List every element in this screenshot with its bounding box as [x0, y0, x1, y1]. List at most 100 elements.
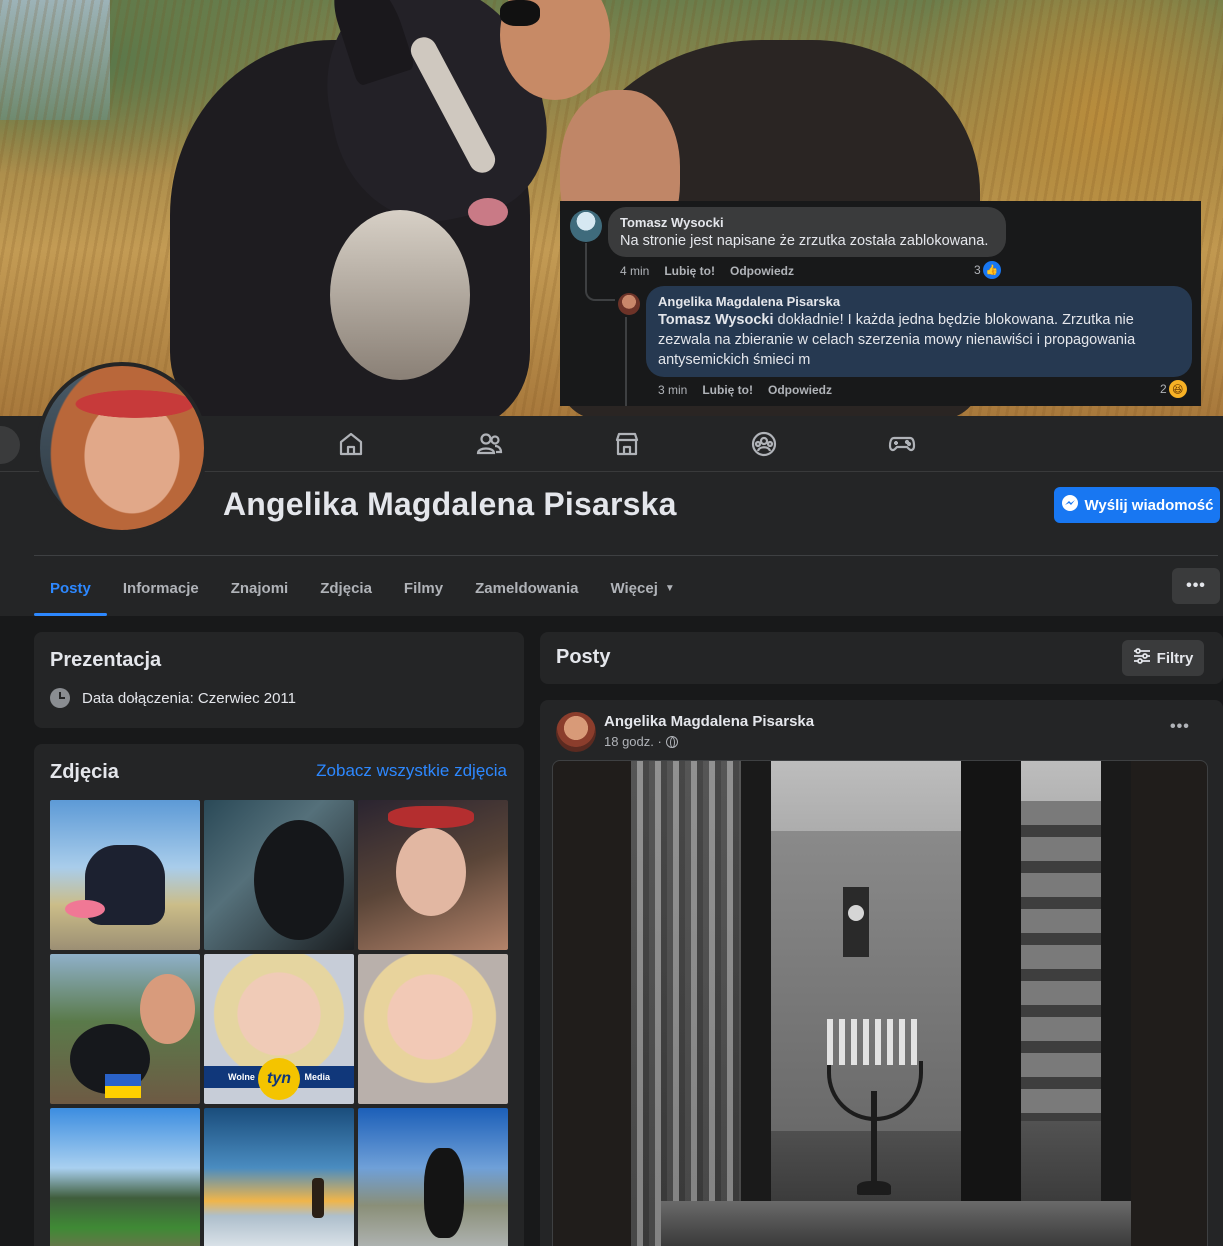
- marketplace-icon[interactable]: [613, 430, 641, 458]
- window-sill: [661, 1201, 1131, 1246]
- search-circle-button[interactable]: [0, 426, 20, 464]
- reply-link[interactable]: Odpowiedz: [730, 264, 794, 278]
- see-all-photos-link[interactable]: Zobacz wszystkie zdjęcia: [316, 761, 507, 781]
- cover-dog-tongue: [468, 198, 508, 226]
- comment-thread: Tomasz Wysocki Na stronie jest napisane …: [560, 201, 1201, 406]
- tab-posts[interactable]: Posty: [34, 560, 107, 616]
- tab-more[interactable]: Więcej ▼: [594, 560, 690, 616]
- tyn-logo: tyn: [258, 1058, 300, 1100]
- reaction-count: 2: [1160, 382, 1167, 396]
- post-card: Angelika Magdalena Pisarska 18 godz. · •…: [540, 700, 1223, 1246]
- tab-photos[interactable]: Zdjęcia: [304, 560, 388, 616]
- post-photo: [631, 761, 1131, 1246]
- comment-time[interactable]: 4 min: [620, 264, 649, 278]
- post-image[interactable]: [552, 760, 1208, 1246]
- send-message-button[interactable]: Wyślij wiadomość: [1054, 487, 1220, 523]
- posts-header: Posty Filtry: [540, 632, 1223, 684]
- commenter-avatar[interactable]: [618, 293, 640, 315]
- clock-icon: [50, 688, 70, 708]
- friends-icon[interactable]: [475, 430, 503, 458]
- cover-dog-chest: [330, 210, 470, 380]
- comment-actions: 3 min Lubię to! Odpowiedz: [658, 383, 832, 397]
- post-time[interactable]: 18 godz. ·: [604, 734, 662, 749]
- filter-icon: [1133, 648, 1151, 668]
- photo-grid: Wolne Media tyn: [50, 800, 508, 1246]
- joined-text: Data dołączenia: Czerwiec 2011: [82, 689, 297, 707]
- intro-card: Prezentacja Data dołączenia: Czerwiec 20…: [34, 632, 524, 728]
- reply-link[interactable]: Odpowiedz: [768, 383, 832, 397]
- messenger-icon: [1061, 494, 1079, 516]
- photos-card: Zdjęcia Zobacz wszystkie zdjęcia Wolne M…: [34, 744, 524, 1246]
- thread-connector: [585, 243, 615, 301]
- like-link[interactable]: Lubię to!: [664, 264, 715, 278]
- candle: [887, 1019, 893, 1065]
- post-meta: 18 godz. ·: [604, 734, 678, 749]
- profile-tabs: Posty Informacje Znajomi Zdjęcia Filmy Z…: [34, 560, 691, 616]
- post-more-button[interactable]: •••: [1170, 718, 1190, 736]
- filters-label: Filtry: [1156, 649, 1194, 667]
- photo-thumbnail[interactable]: [358, 800, 508, 950]
- photo-thumbnail[interactable]: [358, 954, 508, 1104]
- comment-bubble: Tomasz Wysocki Na stronie jest napisane …: [608, 207, 1006, 257]
- window-frame: [961, 761, 1021, 1246]
- comment-actions: 4 min Lubię to! Odpowiedz: [620, 264, 794, 278]
- comment-author[interactable]: Tomasz Wysocki: [620, 214, 994, 231]
- photo-thumbnail[interactable]: Wolne Media tyn: [204, 954, 354, 1104]
- candle: [839, 1019, 845, 1065]
- like-icon: 👍: [982, 261, 1001, 279]
- photo-thumbnail[interactable]: [204, 1108, 354, 1246]
- window-frame: [741, 761, 771, 1246]
- home-icon[interactable]: [337, 430, 365, 458]
- groups-icon[interactable]: [750, 430, 778, 458]
- tab-friends[interactable]: Znajomi: [215, 560, 305, 616]
- photo-building: [1021, 801, 1101, 1121]
- candle: [851, 1019, 857, 1065]
- haha-icon: 😆: [1168, 380, 1187, 398]
- candle: [911, 1019, 917, 1065]
- thread-connector: [625, 317, 627, 406]
- tab-videos[interactable]: Filmy: [388, 560, 459, 616]
- globe-icon: [665, 735, 678, 748]
- photo-thumbnail[interactable]: [204, 800, 354, 950]
- like-link[interactable]: Lubię to!: [702, 383, 753, 397]
- comment-author[interactable]: Angelika Magdalena Pisarska: [658, 293, 1180, 310]
- photo-flag: [843, 887, 869, 957]
- badge-right-text: Media: [304, 1072, 330, 1082]
- reaction-summary[interactable]: 3 👍: [974, 261, 1001, 279]
- gaming-icon[interactable]: [888, 430, 916, 458]
- candle: [863, 1019, 869, 1065]
- tab-more-label: Więcej: [610, 579, 658, 597]
- comment-mention[interactable]: Tomasz Wysocki: [658, 312, 774, 328]
- window-frame: [1101, 761, 1131, 1246]
- divider: [34, 555, 1218, 556]
- photos-title: Zdjęcia: [50, 761, 119, 783]
- send-message-label: Wyślij wiadomość: [1084, 496, 1214, 514]
- badge-left-text: Wolne: [228, 1072, 255, 1082]
- photo-thumbnail[interactable]: [50, 954, 200, 1104]
- photo-thumbnail[interactable]: [50, 1108, 200, 1246]
- filters-button[interactable]: Filtry: [1122, 640, 1204, 676]
- tab-about[interactable]: Informacje: [107, 560, 215, 616]
- tab-checkins[interactable]: Zameldowania: [459, 560, 594, 616]
- comment-text: Na stronie jest napisane że zrzutka zost…: [620, 233, 989, 249]
- photo-curtain: [631, 761, 741, 1246]
- photo-thumbnail[interactable]: [358, 1108, 508, 1246]
- post-author-avatar[interactable]: [556, 712, 596, 752]
- menorah-base: [857, 1181, 891, 1195]
- comment-time[interactable]: 3 min: [658, 383, 687, 397]
- comment-bubble: Angelika Magdalena Pisarska Tomasz Wysoc…: [646, 286, 1192, 377]
- profile-more-button[interactable]: •••: [1172, 568, 1220, 604]
- posts-title: Posty: [556, 646, 611, 668]
- profile-name: Angelika Magdalena Pisarska: [223, 486, 677, 522]
- commenter-avatar[interactable]: [570, 210, 602, 242]
- photo-thumbnail[interactable]: [50, 800, 200, 950]
- intro-title: Prezentacja: [50, 649, 162, 671]
- profile-avatar[interactable]: [36, 362, 208, 534]
- post-author[interactable]: Angelika Magdalena Pisarska: [604, 713, 814, 730]
- reaction-summary[interactable]: 2 😆: [1160, 380, 1187, 398]
- menorah-stem: [871, 1091, 877, 1183]
- candle: [827, 1019, 833, 1065]
- comment-text: Tomasz Wysocki dokładnie! I każda jedna …: [658, 312, 1135, 368]
- caret-down-icon: ▼: [664, 582, 675, 594]
- cover-photo[interactable]: Tomasz Wysocki Na stronie jest napisane …: [0, 0, 1223, 416]
